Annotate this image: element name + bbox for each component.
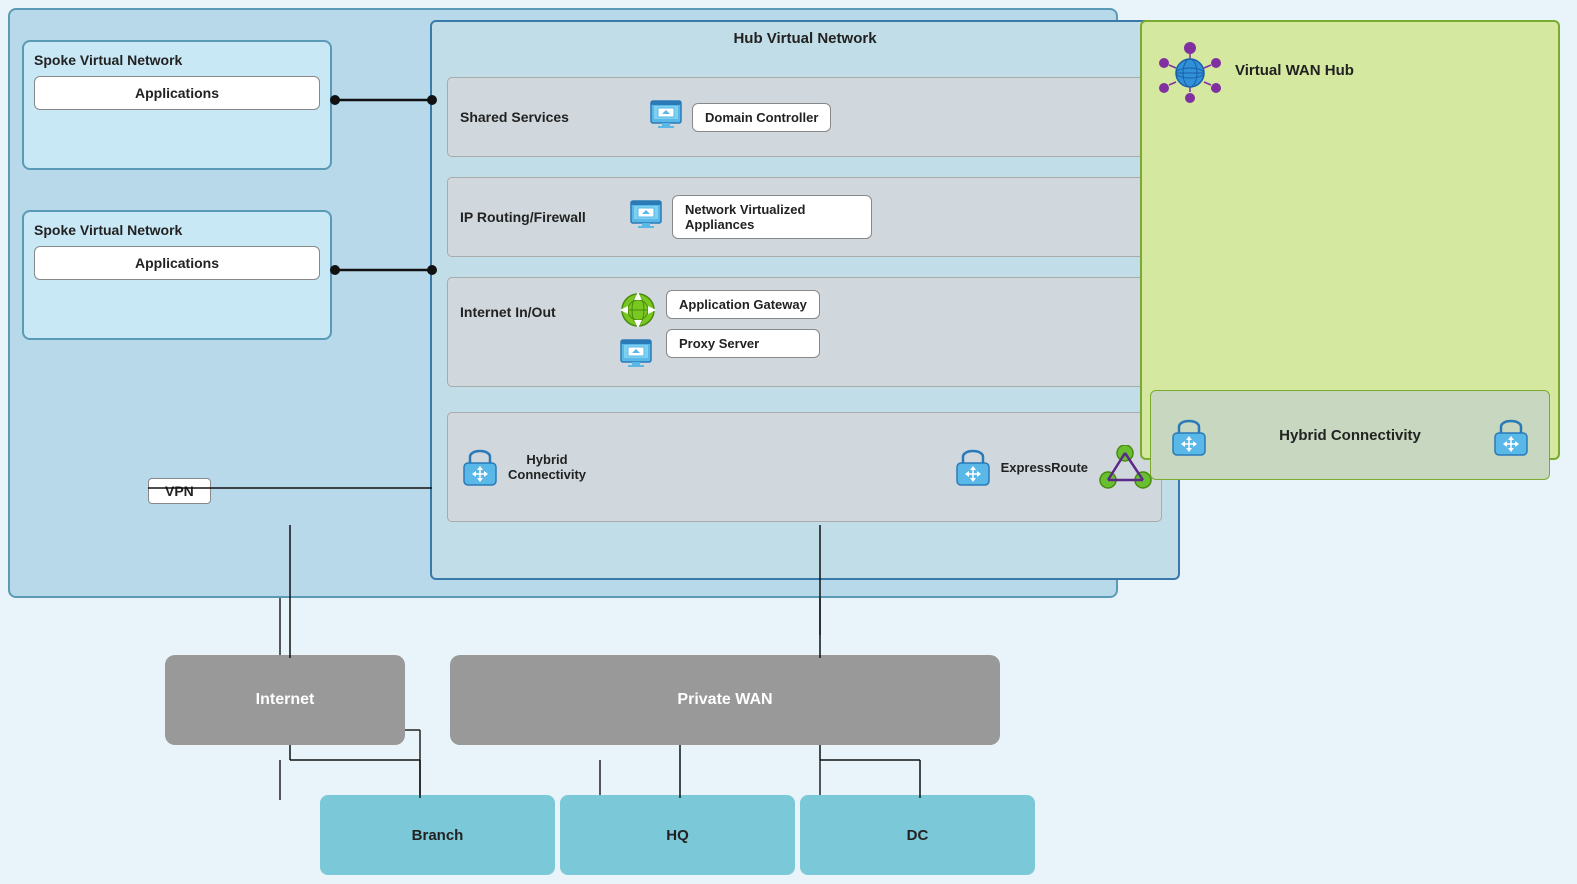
expressroute-label: ExpressRoute (1001, 460, 1088, 475)
spoke1-title: Spoke Virtual Network (34, 52, 320, 68)
dc-label: DC (907, 827, 929, 844)
internet-box: Internet (165, 655, 405, 745)
hybrid-conn-label1: Hybrid (508, 452, 586, 467)
proxy-server-box: Proxy Server (666, 329, 820, 358)
spoke2-title: Spoke Virtual Network (34, 222, 320, 238)
shared-services-row: Shared Services Domain Controller (447, 77, 1162, 157)
nva-label: Network Virtualized Appliances (685, 202, 859, 232)
branch-box: Branch (320, 795, 555, 875)
spoke-network-1: Spoke Virtual Network Applications (22, 40, 332, 170)
hub-title: Hub Virtual Network (733, 30, 876, 47)
hq-label: HQ (666, 827, 689, 844)
branch-label: Branch (412, 827, 464, 844)
domain-controller-box: Domain Controller (692, 103, 831, 132)
app-gateway-label: Application Gateway (679, 297, 807, 312)
domain-controller-label: Domain Controller (705, 110, 818, 125)
nva-box: Network Virtualized Appliances (672, 195, 872, 239)
private-wan-box: Private WAN (450, 655, 1000, 745)
spoke-network-2: Spoke Virtual Network Applications (22, 210, 332, 340)
wan-hybrid-label: Hybrid Connectivity (1227, 427, 1473, 444)
internet-label: Internet (256, 691, 315, 709)
shared-services-label: Shared Services (448, 109, 588, 125)
dc-box: DC (800, 795, 1035, 875)
hub-network: Hub Virtual Network Shared Services Doma… (430, 20, 1180, 580)
proxy-server-label: Proxy Server (679, 336, 759, 351)
vpn-label: VPN (148, 478, 211, 504)
spoke2-app: Applications (34, 246, 320, 280)
hybrid-conn-row: Hybrid Connectivity ExpressRoute (447, 412, 1162, 522)
private-wan-label: Private WAN (677, 691, 772, 709)
app-gateway-box: Application Gateway (666, 290, 820, 319)
wan-hub-title: Virtual WAN Hub (1235, 62, 1354, 79)
spoke1-app: Applications (34, 76, 320, 110)
internet-inout-row: Internet In/Out (447, 277, 1162, 387)
hq-box: HQ (560, 795, 795, 875)
ip-routing-label: IP Routing/Firewall (448, 209, 588, 225)
internet-inout-label: Internet In/Out (448, 286, 588, 320)
ip-routing-row: IP Routing/Firewall Network Virtualized … (447, 177, 1162, 257)
wan-hybrid-conn: Hybrid Connectivity (1150, 390, 1550, 480)
